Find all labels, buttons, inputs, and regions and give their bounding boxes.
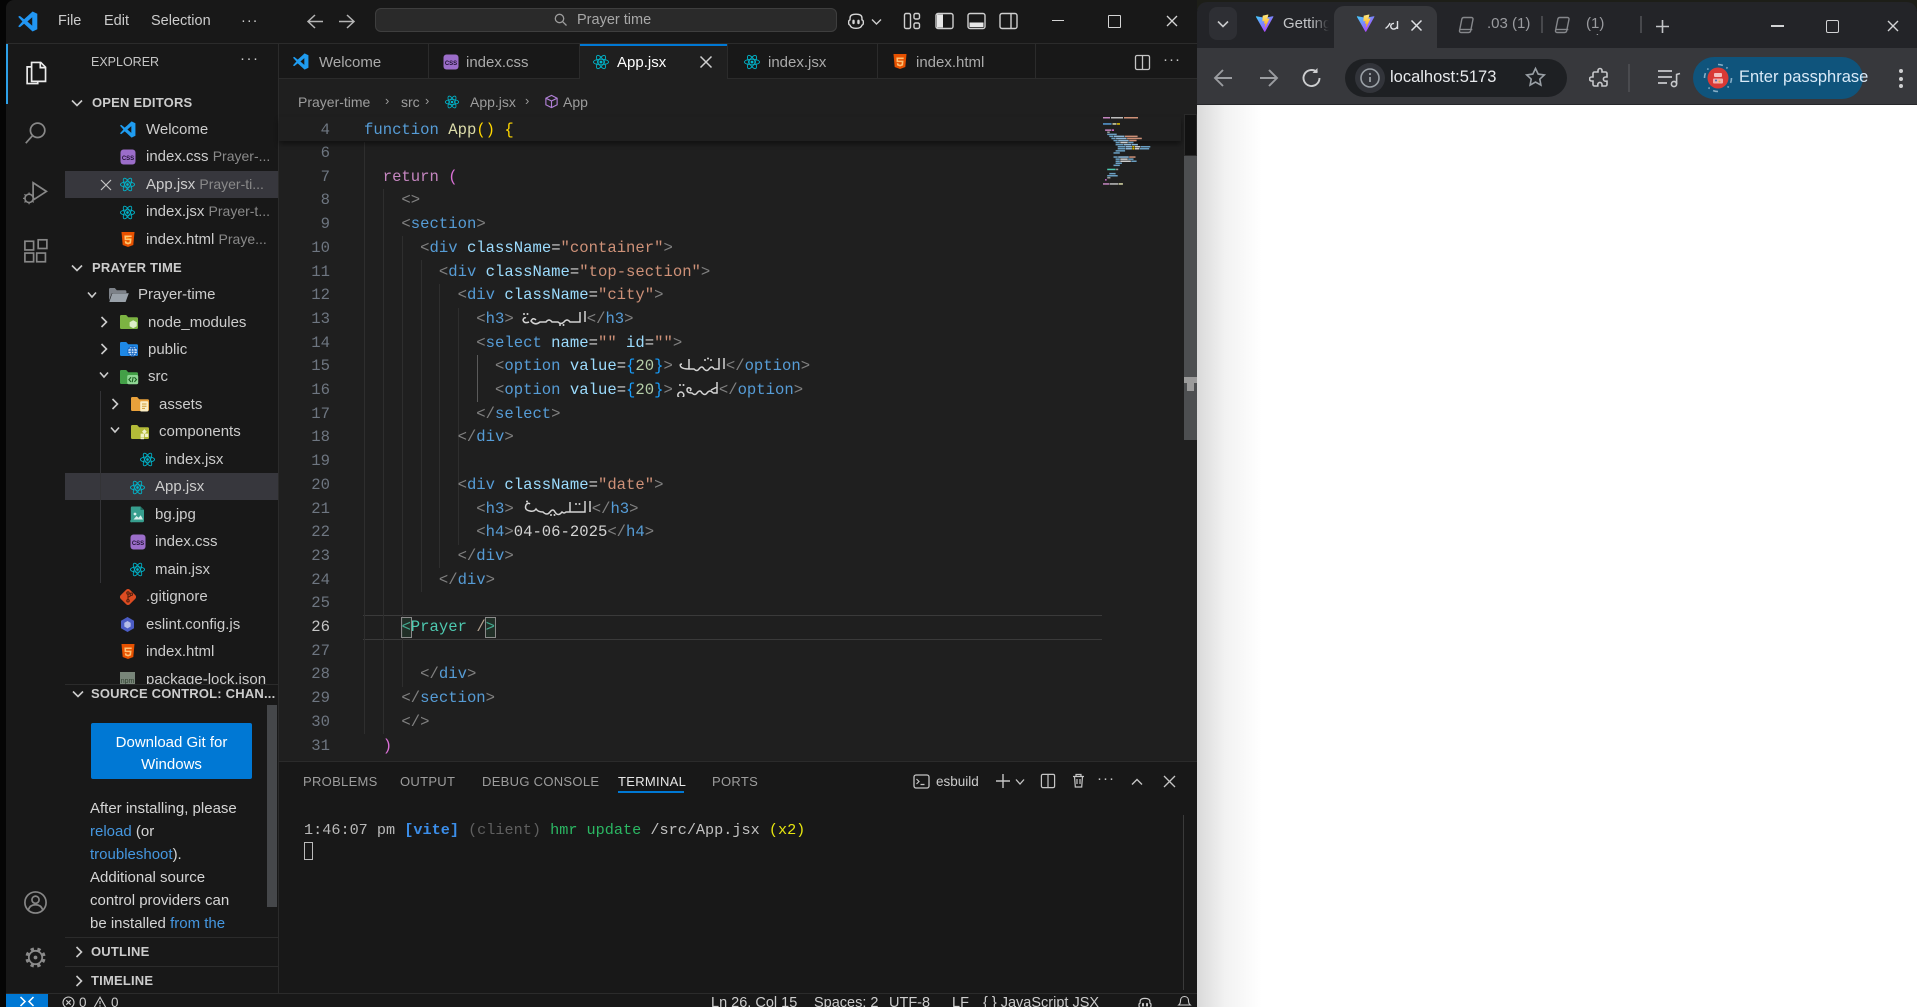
svg-text:CSS: CSS <box>132 541 144 547</box>
svg-text:CSS: CSS <box>122 156 134 162</box>
svg-text:CSS: CSS <box>445 61 457 67</box>
